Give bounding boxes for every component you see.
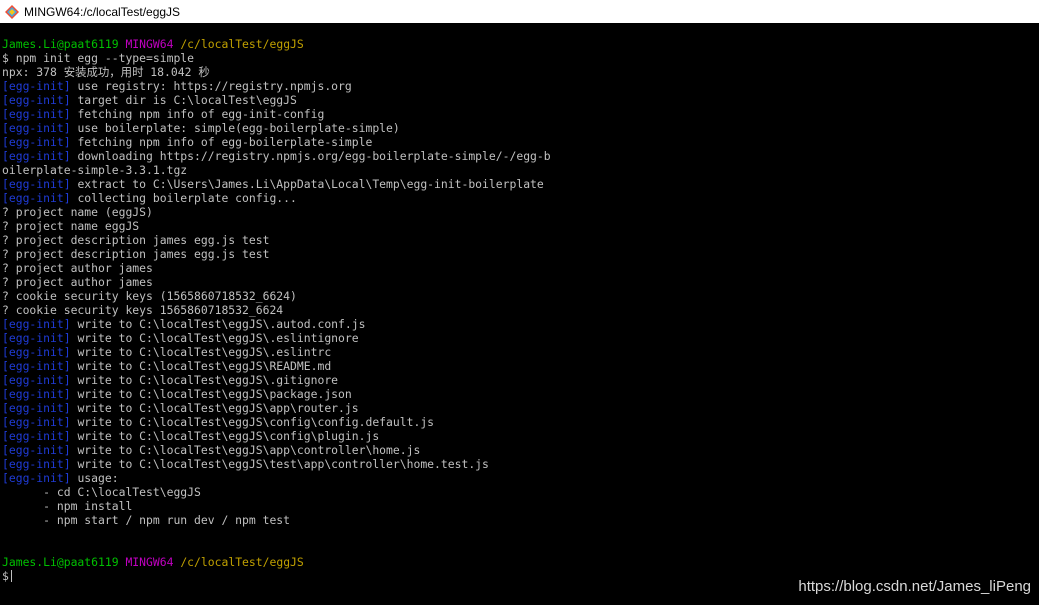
question-line: ? project author james: [2, 275, 153, 289]
log-text: write to C:\localTest\eggJS\package.json: [77, 387, 352, 401]
log-line: [egg-init] downloading https://registry.…: [2, 149, 1037, 163]
log-tag: [egg-init]: [2, 191, 71, 205]
log-line: [egg-init] collecting boilerplate config…: [2, 191, 1037, 205]
log-line: [egg-init] write to C:\localTest\eggJS\.…: [2, 317, 1037, 331]
log-line: [egg-init] usage:: [2, 471, 1037, 485]
log-line: [egg-init] write to C:\localTest\eggJS\c…: [2, 429, 1037, 443]
log-line: [egg-init] fetching npm info of egg-init…: [2, 107, 1037, 121]
wrapped-line: oilerplate-simple-3.3.1.tgz: [2, 163, 188, 177]
log-text: fetching npm info of egg-init-config: [77, 107, 325, 121]
git-bash-diamond-icon: [5, 4, 19, 19]
prompt-path: /c/localTest/eggJS: [180, 37, 304, 51]
log-tag: [egg-init]: [2, 93, 71, 107]
command-line: $ npm init egg --type=simple: [2, 51, 195, 65]
log-line: [egg-init] write to C:\localTest\eggJS\.…: [2, 345, 1037, 359]
log-line: [egg-init] use registry: https://registr…: [2, 79, 1037, 93]
log-text: write to C:\localTest\eggJS\app\router.j…: [77, 401, 359, 415]
log-tag: [egg-init]: [2, 471, 71, 485]
log-line: [egg-init] write to C:\localTest\eggJS\t…: [2, 457, 1037, 471]
text-cursor: [10, 570, 12, 582]
log-tag: [egg-init]: [2, 107, 71, 121]
npx-result-line: npx: 378 安装成功，用时 18.042 秒: [2, 65, 210, 79]
log-tag: [egg-init]: [2, 345, 71, 359]
log-tag: [egg-init]: [2, 429, 71, 443]
log-line: [egg-init] target dir is C:\localTest\eg…: [2, 93, 1037, 107]
log-tag: [egg-init]: [2, 317, 71, 331]
prompt-line: James.Li@paat6119 MINGW64 /c/localTest/e…: [2, 555, 1037, 569]
log-tag: [egg-init]: [2, 443, 71, 457]
log-line: [egg-init] write to C:\localTest\eggJS\a…: [2, 443, 1037, 457]
log-tag: [egg-init]: [2, 415, 71, 429]
question-line: ? project description james egg.js test: [2, 247, 270, 261]
prompt-user: James.Li@paat6119: [2, 555, 119, 569]
usage-item: - npm start / npm run dev / npm test: [2, 513, 291, 527]
log-text: write to C:\localTest\eggJS\.eslintignor…: [77, 331, 359, 345]
log-text: use registry: https://registry.npmjs.org: [77, 79, 352, 93]
log-text: write to C:\localTest\eggJS\.gitignore: [77, 373, 339, 387]
log-text: use boilerplate: simple(egg-boilerplate-…: [77, 121, 400, 135]
log-text: fetching npm info of egg-boilerplate-sim…: [77, 135, 373, 149]
log-text: write to C:\localTest\eggJS\.eslintrc: [77, 345, 332, 359]
log-tag: [egg-init]: [2, 149, 71, 163]
usage-item: - cd C:\localTest\eggJS: [2, 485, 201, 499]
log-tag: [egg-init]: [2, 135, 71, 149]
log-text: usage:: [77, 471, 119, 485]
log-text: write to C:\localTest\eggJS\config\plugi…: [77, 429, 380, 443]
question-line: ? project description james egg.js test: [2, 233, 270, 247]
question-line: ? project name (eggJS): [2, 205, 153, 219]
title-bar[interactable]: MINGW64:/c/localTest/eggJS: [0, 0, 1039, 23]
question-line: ? project name eggJS: [2, 219, 140, 233]
log-text: collecting boilerplate config...: [77, 191, 297, 205]
log-line: [egg-init] write to C:\localTest\eggJS\R…: [2, 359, 1037, 373]
log-tag: [egg-init]: [2, 401, 71, 415]
log-tag: [egg-init]: [2, 121, 71, 135]
log-line: [egg-init] use boilerplate: simple(egg-b…: [2, 121, 1037, 135]
prompt-user: James.Li@paat6119: [2, 37, 119, 51]
terminal-window: MINGW64:/c/localTest/eggJS James.Li@paat…: [0, 0, 1039, 605]
question-line: ? cookie security keys 1565860718532_662…: [2, 303, 284, 317]
log-text: extract to C:\Users\James.Li\AppData\Loc…: [77, 177, 544, 191]
log-text: write to C:\localTest\eggJS\test\app\con…: [77, 457, 489, 471]
watermark: https://blog.csdn.net/James_liPeng: [798, 578, 1031, 595]
log-line: [egg-init] fetching npm info of egg-boil…: [2, 135, 1037, 149]
log-tag: [egg-init]: [2, 373, 71, 387]
log-line: [egg-init] write to C:\localTest\eggJS\a…: [2, 401, 1037, 415]
prompt-env: MINGW64: [125, 555, 174, 569]
log-text: target dir is C:\localTest\eggJS: [77, 93, 297, 107]
log-tag: [egg-init]: [2, 387, 71, 401]
log-text: write to C:\localTest\eggJS\.autod.conf.…: [77, 317, 366, 331]
log-line: [egg-init] write to C:\localTest\eggJS\.…: [2, 373, 1037, 387]
usage-item: - npm install: [2, 499, 133, 513]
log-line: [egg-init] write to C:\localTest\eggJS\.…: [2, 331, 1037, 345]
log-tag: [egg-init]: [2, 359, 71, 373]
prompt-line: James.Li@paat6119 MINGW64 /c/localTest/e…: [2, 37, 1037, 51]
log-text: downloading https://registry.npmjs.org/e…: [77, 149, 551, 163]
question-line: ? cookie security keys (1565860718532_66…: [2, 289, 297, 303]
prompt-path: /c/localTest/eggJS: [180, 555, 304, 569]
log-line: [egg-init] write to C:\localTest\eggJS\p…: [2, 387, 1037, 401]
log-line: [egg-init] write to C:\localTest\eggJS\c…: [2, 415, 1037, 429]
prompt-env: MINGW64: [125, 37, 174, 51]
log-tag: [egg-init]: [2, 457, 71, 471]
log-text: write to C:\localTest\eggJS\config\confi…: [77, 415, 435, 429]
log-line: [egg-init] extract to C:\Users\James.Li\…: [2, 177, 1037, 191]
terminal-output[interactable]: James.Li@paat6119 MINGW64 /c/localTest/e…: [2, 37, 1037, 583]
log-text: write to C:\localTest\eggJS\README.md: [77, 359, 332, 373]
log-tag: [egg-init]: [2, 331, 71, 345]
log-tag: [egg-init]: [2, 177, 71, 191]
prompt-symbol: $: [2, 569, 9, 583]
log-text: write to C:\localTest\eggJS\app\controll…: [77, 443, 421, 457]
log-tag: [egg-init]: [2, 79, 71, 93]
window-title: MINGW64:/c/localTest/eggJS: [24, 4, 181, 19]
question-line: ? project author james: [2, 261, 153, 275]
